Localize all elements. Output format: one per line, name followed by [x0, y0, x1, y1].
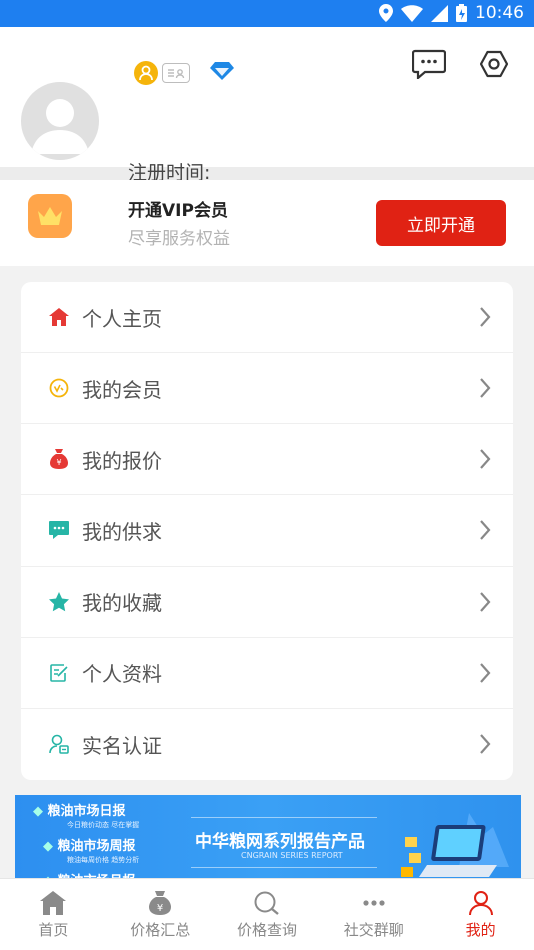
home-icon: [48, 306, 70, 328]
chevron-right-icon: [480, 591, 491, 612]
register-strip: [0, 167, 534, 180]
menu-item-label: 我的报价: [82, 448, 162, 473]
more-dots-icon: [363, 900, 385, 906]
menu-item-label: 个人资料: [82, 662, 162, 687]
banner-divider: [191, 817, 377, 818]
tab-mine[interactable]: 我的: [427, 879, 534, 950]
user-icon: [468, 891, 493, 915]
banner-line-daily: ◆ 粮油市场日报: [33, 804, 126, 819]
avatar[interactable]: [21, 82, 99, 160]
crown-icon: [28, 194, 72, 238]
tab-social-chat[interactable]: 社交群聊: [320, 879, 427, 950]
star-icon: [48, 591, 70, 613]
tab-label: 首页: [38, 921, 69, 939]
vip-title: 开通VIP会员: [128, 201, 228, 221]
menu-item-verification[interactable]: 实名认证: [21, 709, 513, 780]
status-time: 10:46: [475, 3, 524, 23]
tab-label: 价格查询: [236, 921, 297, 939]
banner-sub-daily: 今日粮价动态 尽在掌握: [67, 821, 140, 829]
menu-item-label: 我的会员: [82, 377, 162, 402]
settings-icon[interactable]: [480, 49, 508, 79]
wifi-icon: [401, 4, 423, 22]
signal-icon: [431, 4, 448, 22]
chat-icon: [48, 519, 70, 541]
menu-item-label: 个人主页: [82, 306, 162, 331]
menu-item-membership[interactable]: 我的会员: [21, 353, 513, 425]
menu-item-homepage[interactable]: 个人主页: [21, 282, 513, 354]
search-icon: [254, 891, 279, 915]
tab-label: 价格汇总: [130, 921, 191, 939]
tab-label: 我的: [465, 921, 496, 939]
status-bar: 10:46: [0, 0, 534, 27]
verify-icon: [48, 733, 70, 755]
vip-section: 开通VIP会员 尽享服务权益 立即开通: [0, 180, 534, 266]
report-banner[interactable]: ◆ 粮油市场日报 今日粮价动态 尽在掌握 ◆ 粮油市场周报 粮油每周价格 趋势分…: [15, 795, 521, 885]
banner-subtitle: CNGRAIN SERIES REPORT: [241, 851, 343, 860]
menu-item-profile[interactable]: 个人资料: [21, 638, 513, 709]
banner-report-list: ◆ 粮油市场日报 今日粮价动态 尽在掌握 ◆ 粮油市场周报 粮油每周价格 趋势分…: [33, 805, 139, 885]
chevron-right-icon: [480, 734, 491, 755]
tab-label: 社交群聊: [343, 921, 404, 939]
money-bag-icon: ¥: [48, 448, 70, 470]
tab-home[interactable]: 首页: [0, 879, 107, 950]
member-icon: [48, 377, 70, 399]
location-icon: [379, 4, 393, 22]
tab-price-summary[interactable]: ¥ 价格汇总: [107, 879, 214, 950]
banner-line-weekly: ◆ 粮油市场周报: [43, 839, 136, 854]
laptop-illustration: [401, 813, 509, 877]
banner-divider: [191, 867, 377, 868]
chevron-right-icon: [480, 378, 491, 398]
banner-sub-weekly: 粮油每周价格 趋势分析: [67, 856, 140, 864]
bottom-tab-bar: 首页 ¥ 价格汇总 价格查询 社交群聊 我的: [0, 878, 534, 950]
money-bag-icon: ¥: [149, 891, 172, 915]
menu-item-supply-demand[interactable]: 我的供求: [21, 495, 513, 567]
edit-icon: [48, 662, 70, 684]
chevron-right-icon: [480, 307, 491, 327]
menu-item-favorites[interactable]: 我的收藏: [21, 567, 513, 638]
user-badges: [134, 61, 234, 85]
profile-header: [0, 27, 534, 167]
banner-title: 中华粮网系列报告产品: [195, 832, 365, 852]
menu-item-label: 我的供求: [82, 519, 162, 544]
id-card-icon: [162, 63, 190, 83]
battery-icon: [456, 4, 467, 22]
menu-item-label: 我的收藏: [82, 591, 162, 616]
svg-text:¥: ¥: [56, 458, 61, 467]
diamond-icon: [210, 61, 234, 85]
person-badge-icon: [134, 61, 158, 85]
chevron-right-icon: [480, 520, 491, 541]
activate-vip-button[interactable]: 立即开通: [376, 200, 506, 246]
home-icon: [40, 891, 67, 915]
menu-list: 个人主页 我的会员 ¥ 我的报价 我的供求 我的收藏 个人资料 实名认证: [21, 282, 513, 780]
chevron-right-icon: [480, 449, 491, 470]
svg-text:¥: ¥: [157, 903, 163, 914]
menu-item-quotes[interactable]: ¥ 我的报价: [21, 424, 513, 496]
message-icon[interactable]: [412, 49, 446, 79]
chevron-right-icon: [480, 662, 491, 683]
menu-item-label: 实名认证: [82, 733, 162, 758]
vip-subtitle: 尽享服务权益: [128, 229, 230, 249]
tab-price-search[interactable]: 价格查询: [214, 879, 321, 950]
